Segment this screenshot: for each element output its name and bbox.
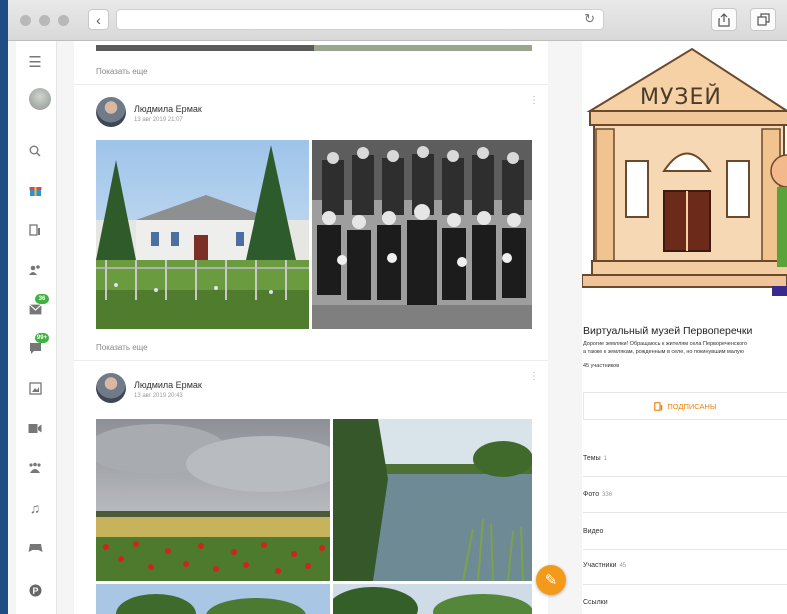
menu-count: 45 (619, 563, 627, 569)
tabs-button[interactable] (750, 8, 776, 31)
friends-icon[interactable] (26, 261, 44, 279)
menu-divider (583, 549, 787, 550)
post-date[interactable]: 13 авг 2019 20:43 (134, 393, 183, 399)
feed-divider (74, 360, 548, 361)
menu-divider (583, 512, 787, 513)
menu-label: Темы (583, 455, 601, 462)
post-photo-class-archive[interactable] (312, 140, 532, 329)
reload-icon[interactable]: ↻ (584, 11, 595, 27)
previous-post-photos[interactable] (96, 45, 532, 51)
games-icon[interactable] (26, 538, 44, 556)
minimize-window-dot[interactable] (39, 15, 50, 26)
post-photo-village[interactable] (96, 584, 330, 614)
group-description-line: Дорогие земляки! Обращаюсь к жителям сел… (583, 341, 748, 347)
group-cover-museum[interactable]: МУЗЕЙ (582, 41, 787, 311)
address-bar[interactable]: ↻ (116, 9, 604, 30)
post-author-avatar[interactable] (96, 373, 126, 403)
back-button[interactable]: ‹ (88, 9, 109, 30)
post-options-icon[interactable]: ⋮ (529, 95, 539, 106)
photos-icon[interactable] (26, 379, 44, 397)
post-photo-school-building[interactable] (96, 140, 309, 329)
group-menu-photos[interactable]: Фото 336 (583, 491, 612, 498)
browser-toolbar: ‹ ↻ (8, 0, 787, 41)
post-photo-poppy-field[interactable] (96, 419, 330, 581)
user-avatar[interactable] (29, 88, 51, 110)
close-window-dot[interactable] (20, 15, 31, 26)
music-icon[interactable]: ♫ (26, 499, 44, 517)
group-title: Виртуальный музей Первоперечки (583, 325, 753, 337)
group-menu-links[interactable]: Ссылки (583, 599, 608, 606)
svg-text:P: P (32, 585, 38, 595)
group-description: Дорогие земляки! Обращаюсь к жителям сел… (583, 340, 787, 356)
post-author-name[interactable]: Людмила Ермак (134, 380, 202, 390)
post-options-icon[interactable]: ⋮ (529, 371, 539, 382)
tabs-icon (756, 13, 770, 26)
menu-divider (583, 584, 787, 585)
menu-count: 336 (602, 492, 613, 498)
post-author-name[interactable]: Людмила Ермак (134, 104, 202, 114)
post-author-avatar[interactable] (96, 97, 126, 127)
groups-icon[interactable] (26, 221, 44, 239)
communities-icon[interactable] (26, 459, 44, 477)
chevron-left-icon: ‹ (96, 11, 101, 28)
post-date[interactable]: 13 авг 2019 21:07 (134, 117, 183, 123)
discussions-badge: 99+ (35, 333, 49, 343)
post-photo-trees[interactable] (333, 584, 532, 614)
subscribed-button[interactable]: ПОДПИСАНЫ (583, 392, 787, 420)
search-icon[interactable] (26, 142, 44, 160)
menu-divider (583, 476, 787, 477)
share-button[interactable] (711, 8, 737, 31)
page-content: ☰ 36 99+ ♫ P Показать еще Людмила Ермак … (8, 41, 787, 614)
subscribed-label: ПОДПИСАНЫ (667, 401, 717, 411)
show-more-link[interactable]: Показать еще (96, 343, 148, 352)
mail-icon[interactable]: 36 (26, 294, 49, 318)
menu-icon[interactable]: ☰ (26, 53, 44, 71)
group-sidebar: МУЗЕЙ Виртуальный музей Первоперечки Дор… (582, 41, 787, 614)
show-more-link[interactable]: Показать еще (96, 67, 148, 76)
left-navigation: ☰ 36 99+ ♫ P (16, 41, 57, 614)
group-members-count[interactable]: 45 участников (583, 363, 619, 369)
pencil-icon: ✎ (544, 572, 558, 589)
menu-label: Видео (583, 528, 604, 535)
gift-icon[interactable] (26, 181, 44, 199)
zoom-window-dot[interactable] (58, 15, 69, 26)
group-menu-members[interactable]: Участники 45 (583, 562, 626, 569)
group-description-line: а также к землякам, рожденным в селе, но… (583, 349, 744, 355)
discussions-icon[interactable]: 99+ (26, 333, 49, 357)
groups-icon (654, 401, 663, 411)
post-photo-river[interactable] (333, 419, 532, 581)
group-menu-video[interactable]: Видео (583, 528, 603, 535)
museum-logo-text: МУЗЕЙ (640, 85, 722, 110)
browser-window: ‹ ↻ ☰ 36 99+ ♫ P Показать еще Людмила Ер… (8, 0, 787, 614)
menu-label: Ссылки (583, 599, 608, 606)
share-icon (718, 12, 730, 27)
menu-label: Фото (583, 491, 600, 498)
video-icon[interactable] (26, 419, 44, 437)
payments-icon[interactable]: P (26, 581, 44, 599)
group-menu-topics[interactable]: Темы 1 (583, 455, 607, 462)
feed-divider (74, 84, 548, 85)
menu-label: Участники (583, 562, 617, 569)
feed-column: Показать еще Людмила Ермак 13 авг 2019 2… (74, 41, 548, 614)
menu-count: 1 (603, 456, 607, 462)
write-post-button[interactable]: ✎ (536, 565, 566, 595)
mail-badge: 36 (35, 294, 49, 304)
